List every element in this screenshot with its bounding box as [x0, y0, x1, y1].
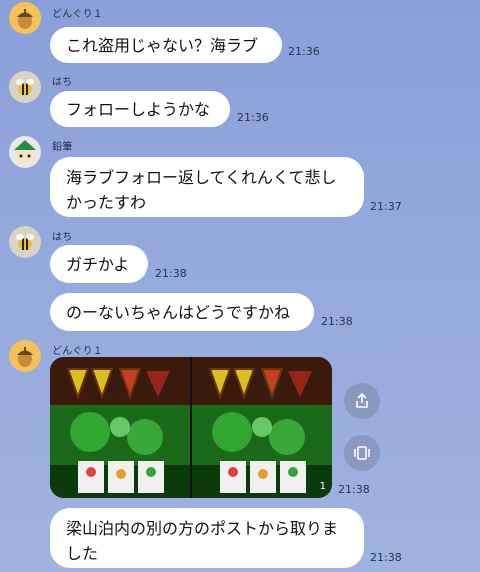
- slot-machine-image: [192, 357, 332, 498]
- timestamp: 21:36: [288, 45, 320, 58]
- message-line: した: [66, 544, 99, 563]
- sender-name: 鉛筆: [52, 142, 73, 153]
- message-bubble[interactable]: 海ラブフォロー返してくれんくて悲し かったすわ: [50, 157, 364, 217]
- message-line: 海ラブフォロー返してくれんくて悲し: [66, 168, 337, 187]
- message-bubble[interactable]: 梁山泊内の別の方のポストから取りま した: [50, 508, 364, 568]
- timestamp: 21:38: [321, 315, 353, 328]
- sender-name: どんぐり１: [52, 346, 103, 357]
- avatar-acorn[interactable]: [9, 2, 41, 34]
- message-line: 梁山泊内の別の方のポストから取りま: [66, 519, 339, 538]
- timestamp: 21:38: [370, 551, 402, 564]
- message-bubble[interactable]: ガチかよ: [50, 245, 148, 283]
- avatar-bee[interactable]: [9, 226, 41, 258]
- slot-machine-photo[interactable]: [192, 357, 332, 498]
- timestamp: 21:36: [237, 111, 269, 124]
- avatar-bee[interactable]: [9, 71, 41, 103]
- timestamp: 21:38: [338, 483, 370, 496]
- message-bubble[interactable]: これ盗用じゃない？海ラブ: [50, 27, 282, 63]
- save-button[interactable]: [344, 435, 380, 471]
- message-line: かったすわ: [66, 193, 147, 212]
- acorn-icon: [17, 9, 33, 29]
- bee-icon: [16, 234, 34, 250]
- sender-name: はち: [52, 77, 73, 88]
- slot-machine-image: [50, 357, 190, 498]
- message-bubble[interactable]: のーないちゃんはどうですかね: [50, 293, 314, 331]
- share-icon: [356, 392, 368, 408]
- timestamp: 21:38: [155, 267, 187, 280]
- acorn-icon: [17, 347, 33, 367]
- image-count: 1: [319, 481, 326, 492]
- chat-screen: { "messages": [ {"sender": "どんぐり１", "tex…: [0, 0, 480, 572]
- bee-icon: [16, 79, 34, 95]
- avatar-acorn[interactable]: [9, 340, 41, 372]
- timestamp: 21:37: [370, 200, 402, 213]
- sender-name: はち: [52, 232, 73, 243]
- share-button[interactable]: [344, 383, 380, 419]
- save-icon: [354, 446, 370, 460]
- message-bubble[interactable]: フォローしようかな: [50, 91, 230, 127]
- avatar-pencil[interactable]: [9, 136, 41, 168]
- sender-name: どんぐり１: [52, 9, 103, 20]
- slot-machine-photo[interactable]: [50, 357, 190, 498]
- pencil-icon: [14, 140, 36, 165]
- image-message[interactable]: 1: [50, 357, 332, 498]
